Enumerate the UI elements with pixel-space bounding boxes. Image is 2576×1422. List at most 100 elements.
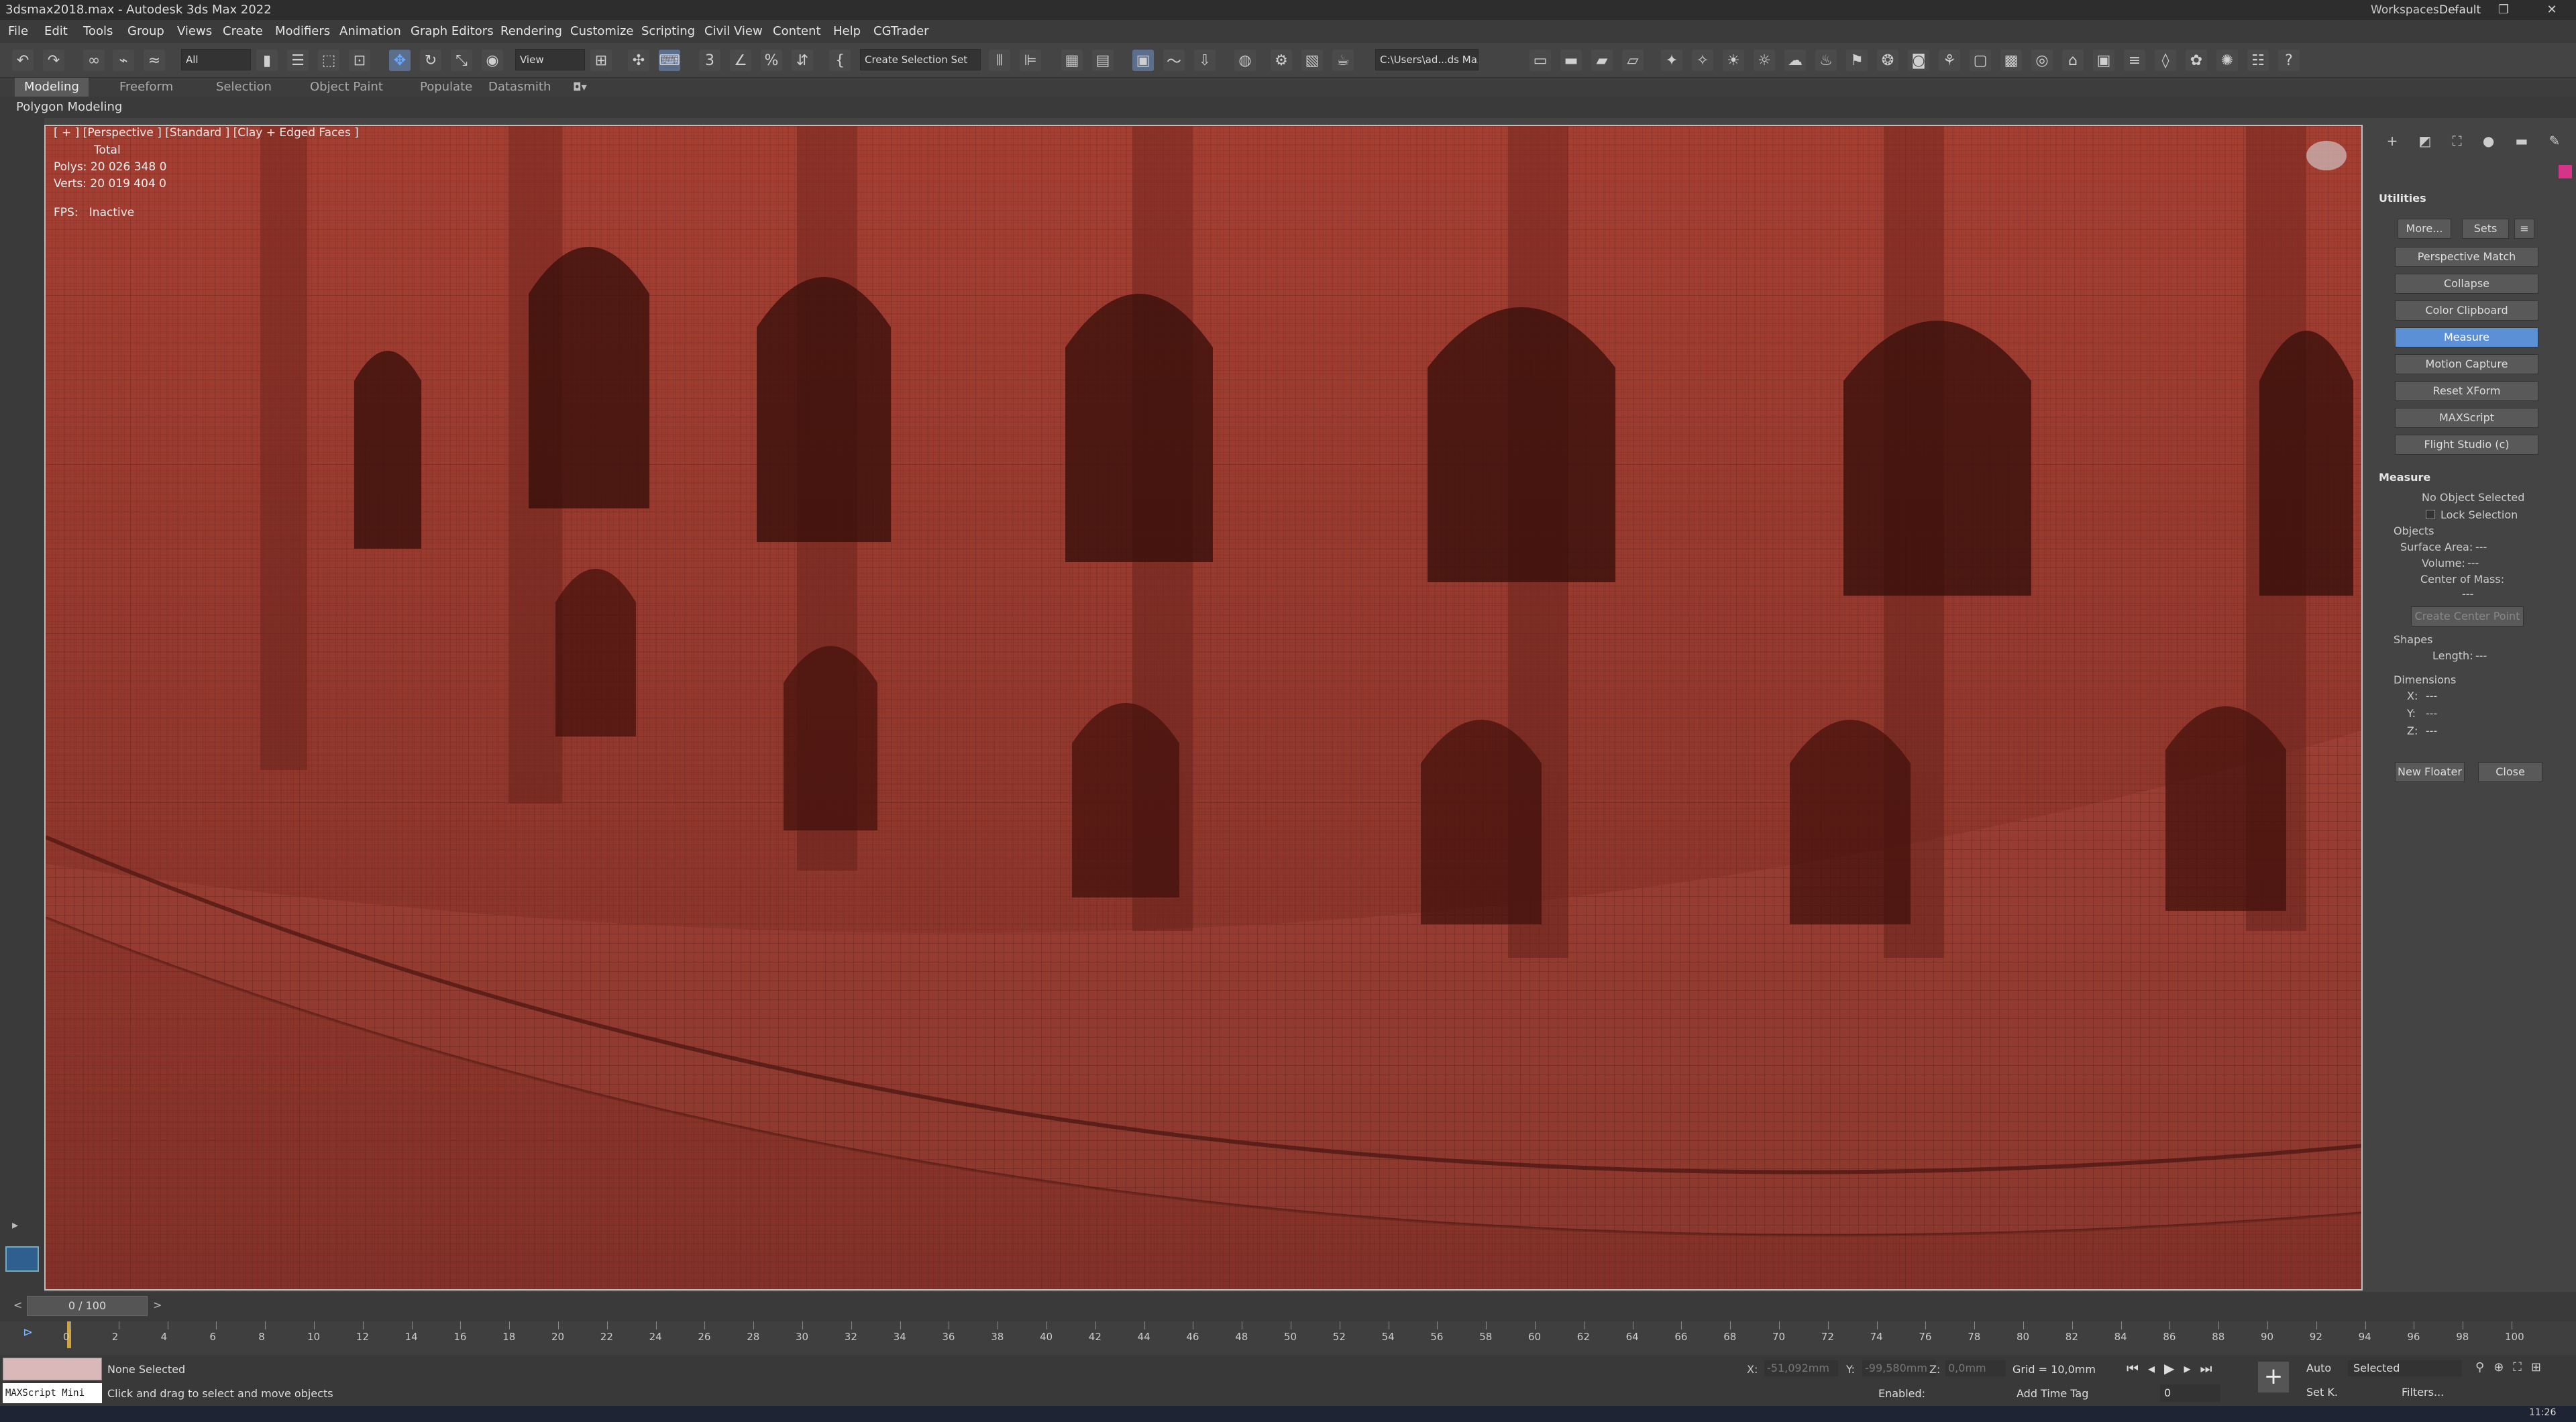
close-measure-button[interactable]: Close [2478, 762, 2542, 782]
tool-tag-icon[interactable]: ⚑ [1846, 50, 1868, 71]
named-selection-sets-dropdown[interactable]: Create Selection Set [860, 49, 981, 70]
tab-freeform[interactable]: Freeform [110, 78, 182, 97]
render-setup-icon[interactable]: ⚙ [1271, 50, 1292, 71]
rect-selection-icon[interactable]: ⬚ [318, 50, 339, 71]
unlink-icon[interactable]: ⌁ [113, 50, 134, 71]
tool-list-icon[interactable]: ≡ [2124, 50, 2145, 71]
schematic-view-icon[interactable]: ⇩ [1194, 50, 1216, 71]
set-key-icon[interactable]: + [2258, 1362, 2289, 1392]
window-crossing-icon[interactable]: ⊡ [349, 50, 370, 71]
coord-y-field[interactable]: -99,580mm [1862, 1360, 1936, 1376]
current-frame-field[interactable]: 0 [2160, 1384, 2220, 1402]
menu-content[interactable]: Content [773, 20, 821, 43]
redo-icon[interactable]: ↷ [43, 50, 64, 71]
minimize-button[interactable]: – [2436, 0, 2474, 20]
save-icon[interactable]: ▰ [1591, 50, 1613, 71]
select-and-move-icon[interactable]: ✥ [389, 50, 411, 71]
menu-edit[interactable]: Edit [44, 20, 68, 43]
tab-selection[interactable]: Selection [207, 78, 281, 97]
measure-button[interactable]: Measure [2395, 327, 2538, 347]
menu-create[interactable]: Create [223, 20, 263, 43]
select-and-rotate-icon[interactable]: ↻ [420, 50, 441, 71]
key-filter-dropdown[interactable]: Selected [2348, 1360, 2462, 1376]
configure-sets-icon[interactable]: ≡ [2514, 219, 2534, 239]
menu-group[interactable]: Group [127, 20, 164, 43]
motion-tab-icon[interactable]: ● [2483, 133, 2494, 153]
sky-icon[interactable]: ☁ [1784, 50, 1806, 71]
tab-populate[interactable]: Populate [411, 78, 482, 97]
tab-datasmith[interactable]: Datasmith [479, 78, 560, 97]
tool-flower-icon[interactable]: ✿ [2186, 50, 2207, 71]
tool-burst-icon[interactable]: ✺ [2216, 50, 2238, 71]
tool-box-icon[interactable]: ▣ [2093, 50, 2114, 71]
utilities-rollout-title[interactable]: Utilities [2379, 192, 2426, 205]
folder-icon[interactable]: ▭ [1529, 50, 1551, 71]
menu-help[interactable]: Help [833, 20, 861, 43]
measure-rollout-title[interactable]: Measure [2379, 471, 2430, 484]
key-filters-button[interactable]: Filters... [2402, 1386, 2444, 1399]
viewport-label[interactable]: [ + ] [Perspective ] [Standard ] [Clay +… [54, 126, 359, 140]
listener-window[interactable] [3, 1358, 102, 1380]
select-object-icon[interactable]: ▮ [256, 50, 278, 71]
select-manipulate-icon[interactable]: ✣ [628, 50, 649, 71]
menu-cgtrader[interactable]: CGTrader [873, 20, 929, 43]
snaps-toggle-icon[interactable]: 3 [699, 50, 720, 71]
coord-x-field[interactable]: -51,092mm [1764, 1360, 1838, 1376]
edit-named-sets-icon[interactable]: { [829, 50, 851, 71]
menu-customize[interactable]: Customize [570, 20, 633, 43]
more-button[interactable]: More... [2398, 219, 2451, 239]
new-floater-button[interactable]: New Floater [2395, 762, 2465, 782]
menu-civil-view[interactable]: Civil View [704, 20, 763, 43]
reference-coordinate-dropdown[interactable]: View [515, 49, 585, 70]
tool-eye-icon[interactable]: ◎ [2031, 50, 2053, 71]
angle-snap-icon[interactable]: ∠ [730, 50, 751, 71]
menu-animation[interactable]: Animation [339, 20, 401, 43]
align-icon[interactable]: ⊫ [1020, 50, 1041, 71]
zoom-icon[interactable]: ⚲ [2475, 1360, 2484, 1374]
sets-button[interactable]: Sets [2462, 219, 2509, 239]
play-icon[interactable]: ▶ [2164, 1360, 2174, 1376]
track-bar[interactable]: ⊳ 0 2 4 6 8 10 12 14 16 18 20 22 24 26 28 30 32 34 36 38 40 4… [0, 1321, 2576, 1355]
select-and-scale-icon[interactable]: ⤡ [451, 50, 472, 71]
project-path-dropdown[interactable]: C:\Users\ad...ds Max 2022 [1375, 49, 1479, 70]
curve-editor-icon[interactable]: 〜 [1163, 50, 1185, 71]
tab-modeling[interactable]: Modeling [15, 78, 89, 97]
hierarchy-tab-icon[interactable]: ⛶ [2453, 133, 2462, 153]
plugin-b-icon[interactable]: ✧ [1692, 50, 1713, 71]
time-slider-prev-icon[interactable]: < [13, 1299, 22, 1311]
percent-snap-icon[interactable]: % [761, 50, 782, 71]
undo-icon[interactable]: ↶ [12, 50, 34, 71]
create-center-point-button[interactable]: Create Center Point [2411, 606, 2524, 626]
layer-explorer-icon[interactable]: ▤ [1092, 50, 1114, 71]
goto-end-icon[interactable]: ⏭ [2200, 1360, 2212, 1376]
zoom-extents-all-icon[interactable]: ⊞ [2531, 1360, 2541, 1374]
coord-z-field[interactable]: 0,0mm [1945, 1360, 2006, 1376]
add-time-tag[interactable]: Add Time Tag [2017, 1387, 2088, 1400]
auto-key-button[interactable]: Auto [2306, 1362, 2331, 1374]
viewcube-icon[interactable] [2306, 141, 2347, 170]
keyboard-shortcut-override-icon[interactable]: ⌨ [659, 50, 680, 71]
sun-icon[interactable]: ☼ [1754, 50, 1775, 71]
pivot-center-icon[interactable]: ⊞ [590, 50, 612, 71]
flight-studio-button[interactable]: Flight Studio (c) [2395, 435, 2538, 455]
menu-modifiers[interactable]: Modifiers [275, 20, 330, 43]
display-tab-icon[interactable]: ▬ [2515, 133, 2528, 153]
prev-frame-icon[interactable]: ◂ [2148, 1360, 2155, 1376]
tool-hat-icon[interactable]: ⌂ [2062, 50, 2084, 71]
link-icon[interactable]: ∞ [83, 50, 105, 71]
zoom-extents-icon[interactable]: ⛶ [2513, 1360, 2522, 1374]
menu-file[interactable]: File [8, 20, 28, 43]
tab-object-paint[interactable]: Object Paint [301, 78, 392, 97]
next-frame-icon[interactable]: ▸ [2184, 1360, 2190, 1376]
close-window-button[interactable]: ✕ [2533, 0, 2571, 20]
time-slider[interactable]: 0 / 100 [27, 1296, 148, 1316]
set-key-button[interactable]: Set K. [2306, 1386, 2338, 1399]
ribbon-toggle-icon[interactable]: ▣ [1132, 50, 1154, 71]
scene-explorer-icon[interactable]: ▦ [1061, 50, 1083, 71]
material-editor-icon[interactable]: ◍ [1234, 50, 1256, 71]
select-by-name-icon[interactable]: ☰ [287, 50, 309, 71]
perspective-viewport[interactable] [44, 125, 2363, 1291]
tool-lamp-icon[interactable]: ♨ [1815, 50, 1837, 71]
light-icon[interactable]: ☀ [1723, 50, 1744, 71]
viewport-layout-thumbnail[interactable] [5, 1246, 39, 1272]
